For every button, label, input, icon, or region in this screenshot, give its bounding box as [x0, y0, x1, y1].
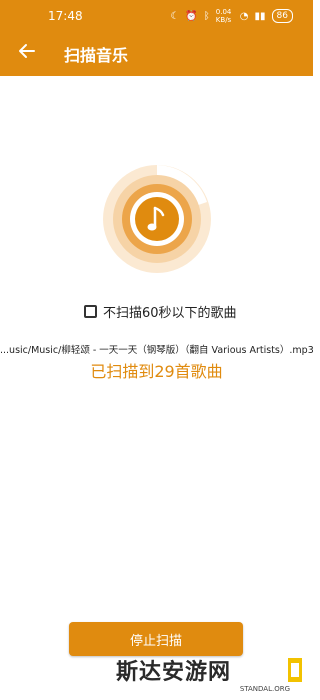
status-icons: ☾ ⏰ ᛒ 0.04 KB/s ◔ ▮▮ 86: [170, 8, 293, 24]
watermark-icon: [288, 658, 302, 682]
status-bar: 17:48 ☾ ⏰ ᛒ 0.04 KB/s ◔ ▮▮ 86: [0, 0, 313, 28]
skip-short-songs-checkbox[interactable]: [84, 305, 97, 318]
bluetooth-icon: ᛒ: [203, 10, 210, 22]
alarm-icon: ⏰: [185, 10, 198, 22]
watermark-text: 斯达安游网: [116, 659, 232, 685]
moon-icon: ☾: [170, 10, 180, 22]
scan-count: 已扫描到29首歌曲: [90, 362, 223, 381]
skip-short-songs-label: 不扫描60秒以下的歌曲: [103, 306, 237, 321]
page-title: 扫描音乐: [64, 46, 129, 65]
stop-scan-button[interactable]: 停止扫描: [69, 622, 243, 656]
wifi-icon: ◔: [239, 10, 249, 22]
back-arrow-icon: [19, 44, 35, 58]
scan-core: [135, 197, 179, 241]
watermark-sub: STANDAL.ORG: [239, 685, 290, 693]
status-time: 17:48: [48, 9, 83, 23]
current-scan-file: ...usic/Music/柳轻颂 - 一天一天（钢琴版）（翻自 Various…: [0, 345, 313, 356]
scan-animation: [102, 164, 212, 274]
app-bar: 扫描音乐: [0, 28, 313, 76]
back-button[interactable]: [10, 34, 44, 68]
signal-icon: ▮▮: [254, 10, 266, 22]
top-bar: 17:48 ☾ ⏰ ᛒ 0.04 KB/s ◔ ▮▮ 86 扫描音乐: [0, 0, 313, 76]
skip-short-songs-option[interactable]: 不扫描60秒以下的歌曲: [84, 302, 237, 321]
network-speed: 0.04 KB/s: [215, 8, 232, 24]
watermark-logo: 斯达安游网 STANDAL.ORG: [116, 654, 306, 698]
battery-indicator: 86: [271, 9, 293, 23]
